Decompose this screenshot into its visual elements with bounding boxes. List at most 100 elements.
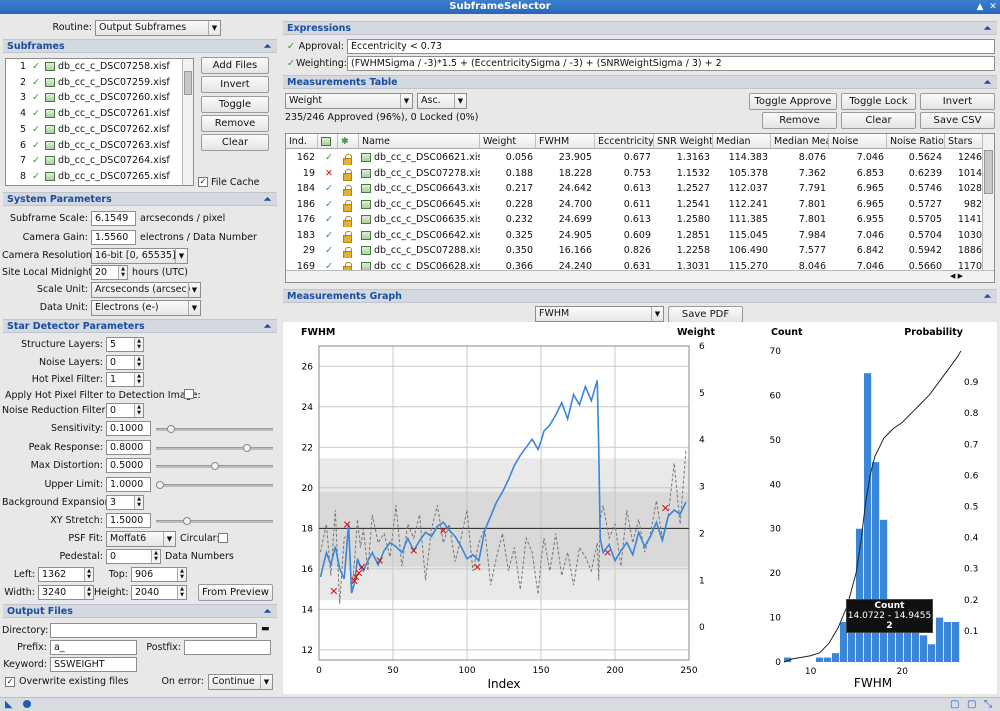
column-header[interactable]: Weight bbox=[480, 134, 536, 149]
spin-arrows-icon[interactable]: ▲ ▼ bbox=[134, 338, 143, 351]
max-distortion-input[interactable]: 0.5000 bbox=[106, 458, 151, 473]
collapse-icon[interactable]: ⏶ bbox=[984, 76, 991, 90]
spin-arrows-icon[interactable]: ▲ ▼ bbox=[177, 586, 186, 599]
check-icon[interactable]: ✓ bbox=[32, 155, 40, 166]
column-header[interactable]: Name bbox=[359, 134, 480, 149]
save-pdf-button[interactable]: Save PDF bbox=[668, 306, 743, 323]
upper-limit-input[interactable]: 1.0000 bbox=[106, 477, 151, 492]
from-preview-button[interactable]: From Preview bbox=[198, 584, 273, 601]
data-unit-select[interactable]: Electrons (e-) ▼ bbox=[91, 300, 201, 316]
psf-fit-select[interactable]: Moffat6 ▼ bbox=[106, 531, 176, 547]
structure-layers-spinner[interactable]: 5 ▲ ▼ bbox=[106, 337, 144, 352]
add-files-button[interactable]: Add Files bbox=[201, 57, 269, 74]
circular-checkbox[interactable] bbox=[218, 533, 228, 543]
camera-gain-input[interactable]: 1.5560 bbox=[91, 230, 136, 245]
column-header[interactable]: Stars bbox=[945, 134, 985, 149]
check-icon[interactable]: ✓ bbox=[318, 181, 338, 196]
table-hscrollbar[interactable]: ◀ ▶ bbox=[286, 270, 994, 282]
routine-select[interactable]: Output Subframes ▼ bbox=[95, 20, 221, 36]
column-header[interactable]: Noise bbox=[829, 134, 887, 149]
check-icon[interactable]: ✓ bbox=[318, 212, 338, 227]
check-icon[interactable]: ✓ bbox=[32, 92, 40, 103]
measurements-graph-header[interactable]: Measurements Graph ⏶ bbox=[283, 289, 997, 303]
scroll-arrows-icon[interactable]: ◀ ▶ bbox=[950, 271, 963, 282]
resize-icon[interactable]: ⤡ bbox=[984, 699, 992, 710]
column-header[interactable]: Ind. bbox=[286, 134, 318, 149]
browse-docs-icon[interactable]: ▢ bbox=[950, 699, 959, 710]
slider-knob[interactable] bbox=[243, 444, 252, 452]
width-spinner[interactable]: 3240 ▲ ▼ bbox=[38, 585, 94, 600]
sort-order-select[interactable]: Asc. ▼ bbox=[417, 93, 467, 109]
clear-measurements-button[interactable]: Clear bbox=[841, 112, 916, 129]
check-icon[interactable]: ✓ bbox=[32, 61, 40, 72]
file-cache-checkbox[interactable]: ✓ bbox=[198, 177, 208, 187]
check-icon[interactable]: ✓ bbox=[32, 108, 40, 119]
spin-arrows-icon[interactable]: ▲ ▼ bbox=[177, 568, 186, 581]
collapse-icon[interactable]: ⏶ bbox=[264, 605, 271, 619]
measurements-graph[interactable]: 0 50 100 150 200 25012141618202224260123456✕✕… bbox=[283, 322, 997, 694]
scale-unit-select[interactable]: Arcseconds (arcsec) ▼ bbox=[91, 282, 201, 298]
collapse-icon[interactable]: ⏶ bbox=[984, 290, 991, 304]
top-spinner[interactable]: 906 ▲ ▼ bbox=[131, 567, 187, 582]
on-error-select[interactable]: Continue ▼ bbox=[208, 674, 273, 690]
reset-icon[interactable]: ▢ bbox=[967, 699, 976, 710]
list-item[interactable]: 6 ✓ db_cc_c_DSC07263.xisf bbox=[6, 138, 182, 154]
spin-arrows-icon[interactable]: ▲ ▼ bbox=[134, 373, 143, 386]
lock-icon[interactable] bbox=[338, 166, 359, 181]
spin-arrows-icon[interactable]: ▲ ▼ bbox=[151, 550, 160, 563]
star-detector-header[interactable]: Star Detector Parameters ⏶ bbox=[3, 319, 277, 333]
check-icon[interactable]: ✓ bbox=[318, 197, 338, 212]
site-midnight-spinner[interactable]: 20 ▲ ▼ bbox=[91, 265, 128, 280]
hot-pixel-spinner[interactable]: 1 ▲ ▼ bbox=[106, 372, 144, 387]
save-csv-button[interactable]: Save CSV bbox=[920, 112, 995, 129]
spin-arrows-icon[interactable]: ▲ ▼ bbox=[118, 266, 127, 279]
invert-subframes-button[interactable]: Invert bbox=[201, 76, 269, 93]
approval-expression-input[interactable]: Eccentricity < 0.73 bbox=[347, 39, 995, 54]
lock-icon[interactable] bbox=[338, 228, 359, 243]
cross-icon[interactable]: ✕ bbox=[318, 166, 338, 181]
lock-icon[interactable] bbox=[338, 181, 359, 196]
collapse-icon[interactable]: ⏶ bbox=[264, 320, 271, 334]
toggle-lock-button[interactable]: Toggle Lock bbox=[841, 93, 916, 110]
check-icon[interactable]: ✓ bbox=[32, 124, 40, 135]
sensitivity-slider[interactable] bbox=[156, 425, 273, 433]
remove-subframes-button[interactable]: Remove bbox=[201, 115, 269, 132]
xy-stretch-input[interactable]: 1.5000 bbox=[106, 513, 151, 528]
table-row[interactable]: 176 ✓ db_cc_c_DSC06635.xisf 0.232 24.699 0.6… bbox=[286, 212, 982, 227]
remove-measurements-button[interactable]: Remove bbox=[762, 112, 837, 129]
subframes-scrollbar[interactable] bbox=[182, 59, 193, 185]
list-item[interactable]: 5 ✓ db_cc_c_DSC07262.xisf bbox=[6, 122, 182, 138]
overwrite-checkbox[interactable]: ✓ bbox=[5, 677, 15, 687]
column-header[interactable]: FWHM bbox=[536, 134, 595, 149]
keyword-input[interactable]: SSWEIGHT bbox=[50, 657, 137, 672]
slider-knob[interactable] bbox=[183, 517, 192, 525]
peak-response-slider[interactable] bbox=[156, 444, 273, 452]
new-instance-icon[interactable]: ◣ bbox=[5, 699, 13, 710]
weighting-expression-input[interactable]: (FWHMSigma / -3)*1.5 + (EccentricitySigm… bbox=[347, 56, 995, 71]
collapse-icon[interactable]: ⏶ bbox=[264, 193, 271, 207]
spin-arrows-icon[interactable]: ▲ ▼ bbox=[84, 568, 93, 581]
graph-property-select[interactable]: FWHM ▼ bbox=[535, 306, 664, 322]
expressions-header[interactable]: Expressions ⏶ bbox=[283, 21, 997, 35]
subframes-list[interactable]: 1 ✓ db_cc_c_DSC07258.xisf 2 ✓ db_cc_c_DSC07… bbox=[5, 58, 194, 186]
column-header[interactable] bbox=[318, 134, 338, 149]
list-item[interactable]: 7 ✓ db_cc_c_DSC07264.xisf bbox=[6, 153, 182, 169]
table-row[interactable]: 186 ✓ db_cc_c_DSC06645.xisf 0.228 24.700 0.6… bbox=[286, 197, 982, 212]
noise-layers-spinner[interactable]: 0 ▲ ▼ bbox=[106, 355, 144, 370]
list-item[interactable]: 3 ✓ db_cc_c_DSC07260.xisf bbox=[6, 90, 182, 106]
invert-measurements-button[interactable]: Invert bbox=[920, 93, 995, 110]
column-header[interactable]: Noise Ratio bbox=[887, 134, 945, 149]
close-icon[interactable]: ✕ bbox=[987, 1, 999, 13]
folder-icon[interactable]: ▬ bbox=[261, 623, 270, 636]
list-item[interactable]: 1 ✓ db_cc_c_DSC07258.xisf bbox=[6, 59, 182, 75]
apply-global-icon[interactable] bbox=[23, 700, 31, 708]
peak-response-input[interactable]: 0.8000 bbox=[106, 440, 151, 455]
spin-arrows-icon[interactable]: ▲ ▼ bbox=[134, 496, 143, 509]
height-spinner[interactable]: 2040 ▲ ▼ bbox=[131, 585, 187, 600]
collapse-icon[interactable]: ⏶ bbox=[984, 22, 991, 36]
spin-arrows-icon[interactable]: ▲ ▼ bbox=[134, 356, 143, 369]
measurements-table-header[interactable]: Measurements Table ⏶ bbox=[283, 75, 997, 89]
output-files-header[interactable]: Output Files ⏶ bbox=[3, 604, 277, 618]
check-icon[interactable]: ✓ bbox=[32, 140, 40, 151]
list-item[interactable]: 8 ✓ db_cc_c_DSC07265.xisf bbox=[6, 169, 182, 185]
